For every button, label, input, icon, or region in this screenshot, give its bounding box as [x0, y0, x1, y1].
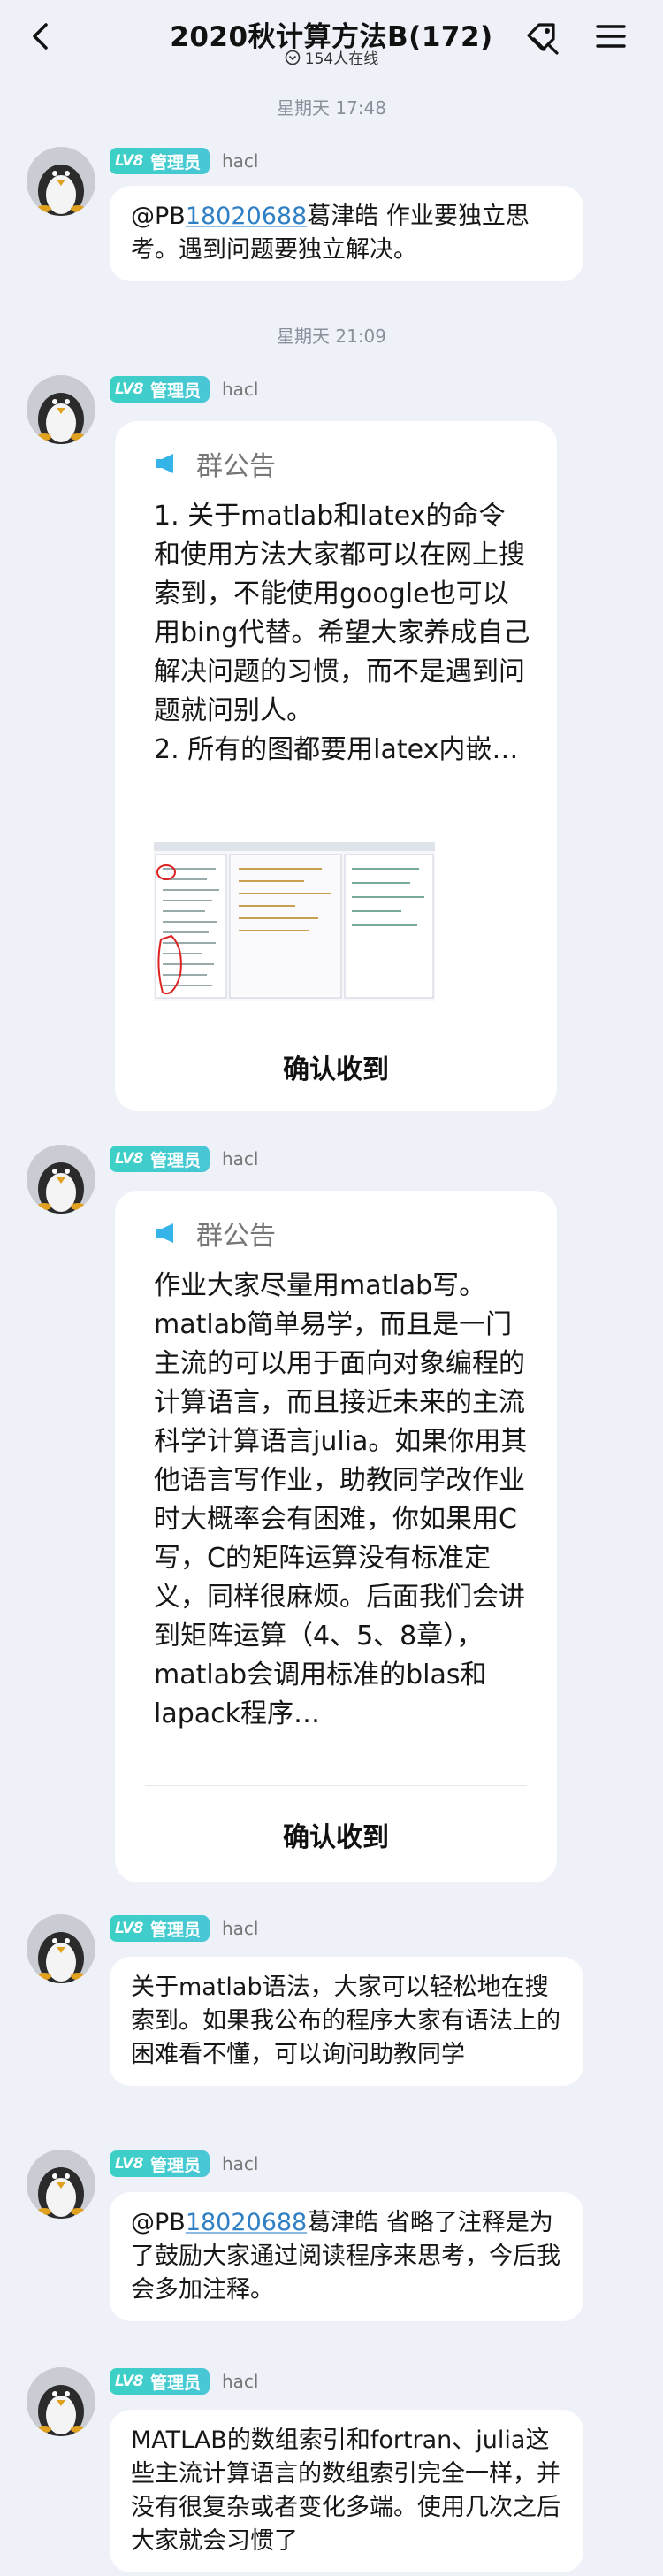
group-online-icon	[285, 50, 301, 65]
menu-icon[interactable]	[595, 21, 627, 51]
sender-meta: LV8 管理员 hacl	[110, 1914, 258, 1943]
screenshot-thumbnail-image[interactable]	[154, 842, 435, 1001]
avatar[interactable]	[27, 2150, 95, 2219]
timestamp: 星期天 17:48	[277, 97, 386, 119]
role-label: 管理员	[149, 152, 201, 172]
sender-meta: LV8 管理员 hacl	[110, 147, 258, 175]
admin-badge: LV8 管理员	[110, 376, 210, 402]
message-text: MATLAB的数组索引和fortran、julia这些主流计算语言的数组索引完全…	[131, 2426, 560, 2555]
megaphone-icon	[156, 454, 173, 473]
megaphone-icon	[156, 1223, 173, 1243]
admin-badge: LV8 管理员	[110, 2368, 210, 2395]
notice-divider	[145, 1785, 527, 1786]
admin-badge: LV8 管理员	[110, 1146, 210, 1172]
sender-name[interactable]: hacl	[222, 379, 258, 400]
sender-name[interactable]: hacl	[222, 1918, 258, 1939]
message-bubble[interactable]: MATLAB的数组索引和fortran、julia这些主流计算语言的数组索引完全…	[110, 2410, 583, 2572]
sender-meta: LV8 管理员 hacl	[110, 2150, 258, 2178]
message-text: 关于matlab语法，大家可以轻松地在搜索到。如果我公布的程序大家有语法上的困难…	[131, 1974, 560, 2068]
message-bubble[interactable]: 关于matlab语法，大家可以轻松地在搜索到。如果我公布的程序大家有语法上的困难…	[110, 1957, 583, 2086]
sender-meta: LV8 管理员 hacl	[110, 2367, 258, 2396]
notice-text: 1. 关于matlab和latex的命令和使用方法大家都可以在网上搜索到，不能使…	[154, 501, 530, 765]
sender-name[interactable]: hacl	[222, 2371, 258, 2392]
notice-text: 作业大家尽量用matlab写。matlab简单易学，而且是一门主流的可以用于面向…	[154, 1270, 528, 1729]
admin-badge: LV8 管理员	[110, 148, 210, 174]
notice-header: 群公告	[154, 1214, 276, 1253]
notice-label: 群公告	[196, 451, 276, 482]
avatar[interactable]	[27, 147, 95, 216]
avatar[interactable]	[27, 1145, 95, 1214]
level-label: LV8	[115, 2373, 143, 2390]
notice-label: 群公告	[196, 1221, 276, 1252]
level-label: LV8	[115, 1150, 143, 1168]
admin-badge: LV8 管理员	[110, 1915, 210, 1942]
level-label: LV8	[115, 2155, 143, 2173]
penguin-avatar-icon	[27, 1145, 95, 1214]
level-label: LV8	[115, 380, 143, 398]
notice-header: 群公告	[154, 444, 276, 483]
sender-meta: LV8 管理员 hacl	[110, 375, 258, 403]
confirm-received-button[interactable]: 确认收到	[115, 1815, 557, 1854]
role-label: 管理员	[149, 380, 201, 401]
sender-name[interactable]: hacl	[222, 150, 258, 172]
chat-header: 2020秋计算方法B(172) 154人在线	[0, 0, 663, 73]
online-count-text: 154人在线	[304, 50, 379, 68]
mention-link[interactable]: 18020688	[186, 203, 307, 230]
timestamp: 星期天 21:09	[277, 326, 386, 347]
mention-prefix: @PB	[131, 2209, 186, 2236]
sender-meta: LV8 管理员 hacl	[110, 1145, 258, 1173]
notice-divider	[145, 1023, 527, 1024]
message-bubble[interactable]: @PB18020688葛津皓 作业要独立思考。遇到问题要独立解决。	[110, 186, 583, 281]
sender-name[interactable]: hacl	[222, 2153, 258, 2174]
sender-name[interactable]: hacl	[222, 1148, 258, 1169]
group-notice-card[interactable]: 群公告 1. 关于matlab和latex的命令和使用方法大家都可以在网上搜索到…	[115, 421, 557, 1111]
role-label: 管理员	[149, 2155, 201, 2175]
tag-icon[interactable]	[522, 18, 564, 57]
penguin-avatar-icon	[27, 1914, 95, 1983]
level-label: LV8	[115, 152, 143, 170]
avatar[interactable]	[27, 2367, 95, 2436]
admin-badge: LV8 管理员	[110, 2150, 210, 2177]
penguin-avatar-icon	[27, 147, 95, 216]
level-label: LV8	[115, 1920, 143, 1937]
role-label: 管理员	[149, 1150, 201, 1170]
penguin-avatar-icon	[27, 2150, 95, 2219]
avatar[interactable]	[27, 1914, 95, 1983]
message-bubble[interactable]: @PB18020688葛津皓 省略了注释是为了鼓励大家通过阅读程序来思考，今后我…	[110, 2192, 583, 2321]
mention-prefix: @PB	[131, 203, 186, 230]
penguin-avatar-icon	[27, 2367, 95, 2436]
avatar[interactable]	[27, 375, 95, 444]
role-label: 管理员	[149, 1920, 201, 1940]
penguin-avatar-icon	[27, 375, 95, 444]
mention-link[interactable]: 18020688	[186, 2209, 307, 2236]
group-notice-card[interactable]: 群公告 作业大家尽量用matlab写。matlab简单易学，而且是一门主流的可以…	[115, 1191, 557, 1882]
confirm-received-button[interactable]: 确认收到	[115, 1047, 557, 1086]
role-label: 管理员	[149, 2373, 201, 2393]
